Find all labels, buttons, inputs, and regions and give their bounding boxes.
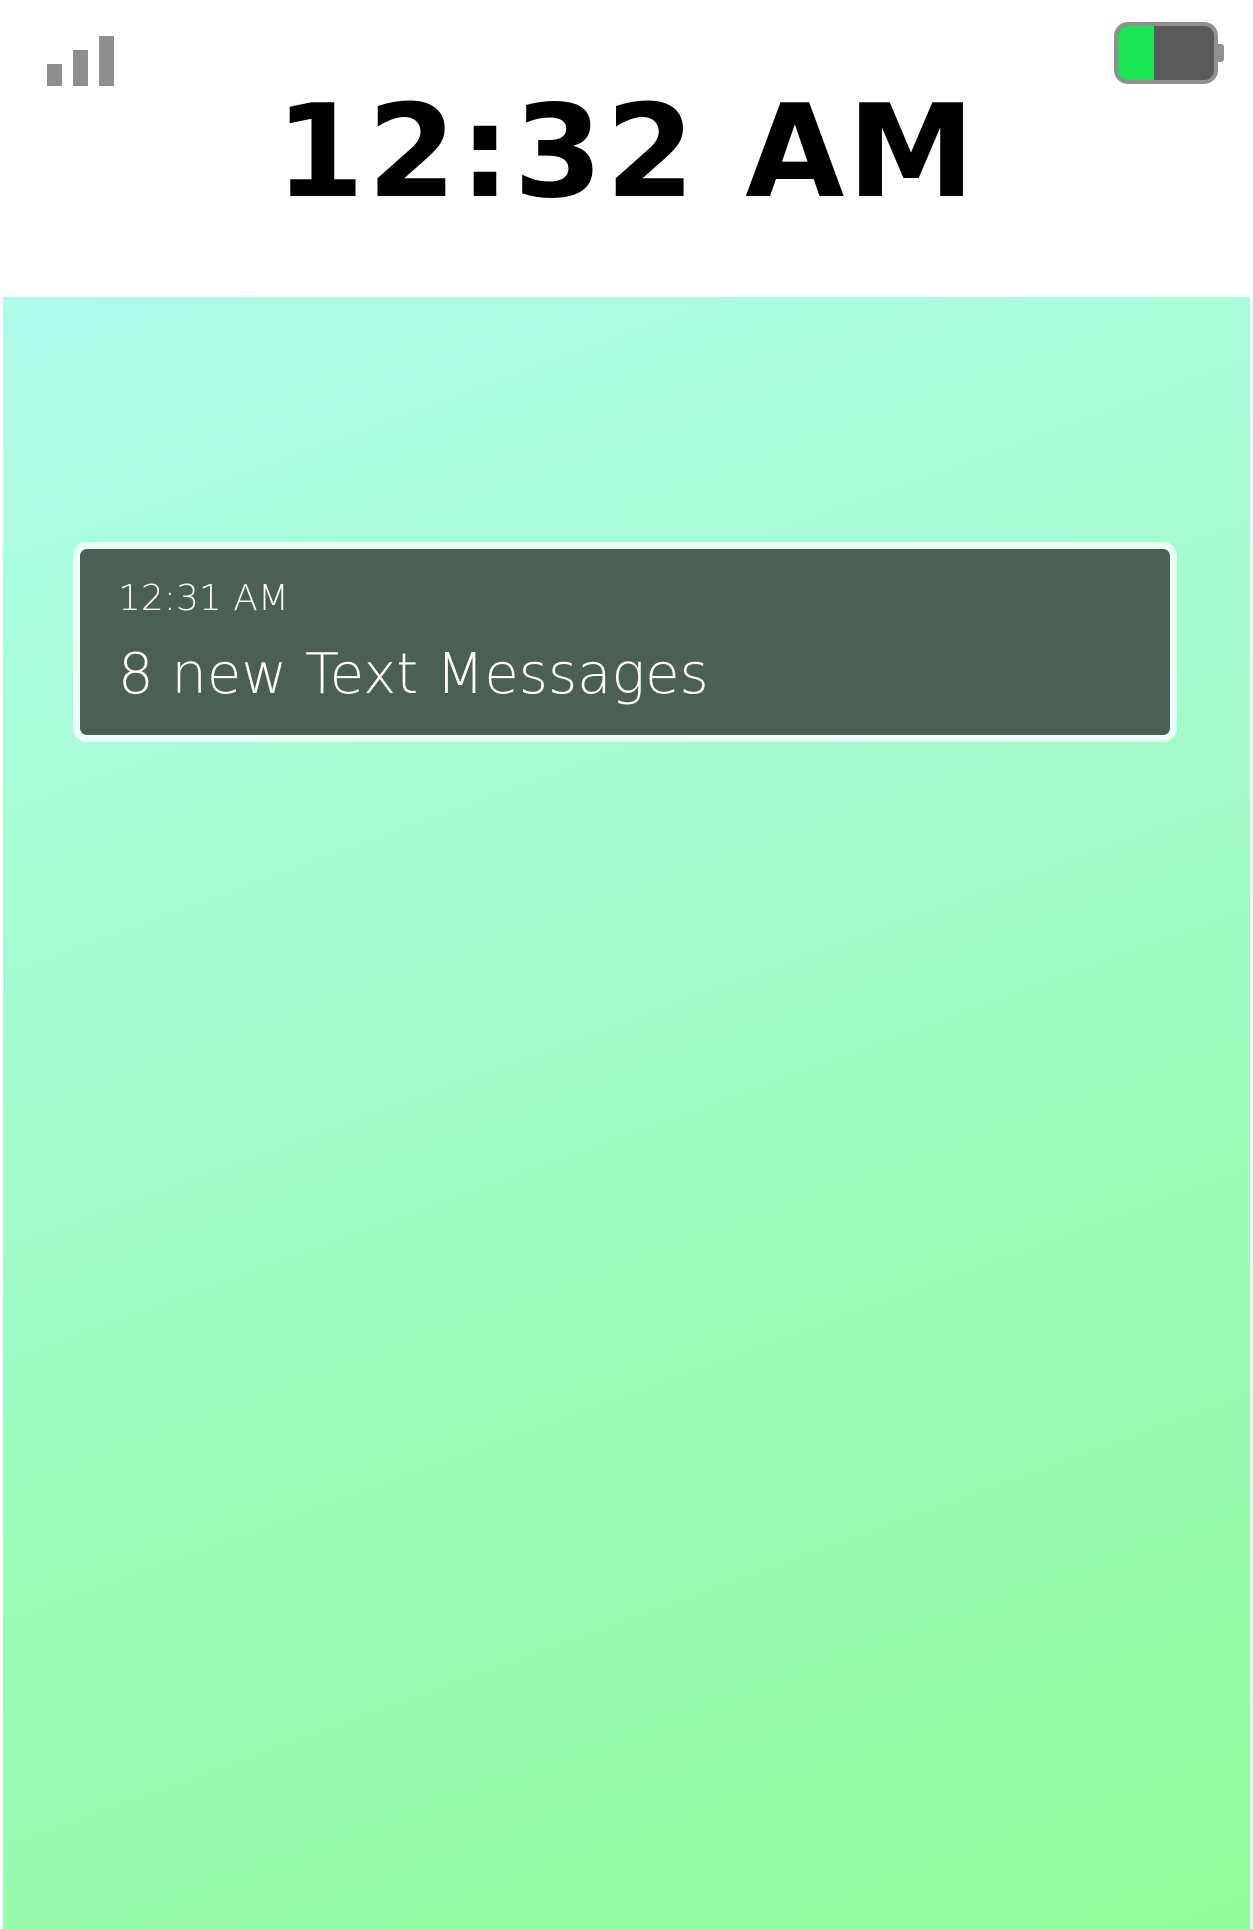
notification-title: 8 new Text Messages (118, 642, 709, 707)
battery-icon (1114, 22, 1224, 84)
battery-tip (1218, 44, 1224, 62)
battery-body (1114, 22, 1218, 84)
notification-time: 12:31 AM (118, 578, 289, 619)
clock-time: 12:32 AM (275, 78, 978, 227)
status-bar: 12:32 AM (0, 0, 1253, 297)
lock-screen: 12:32 AM 12:31 AM 8 new Text Messages (0, 0, 1253, 1929)
battery-fill (1118, 26, 1155, 80)
notification-card[interactable]: 12:31 AM 8 new Text Messages (73, 542, 1177, 742)
